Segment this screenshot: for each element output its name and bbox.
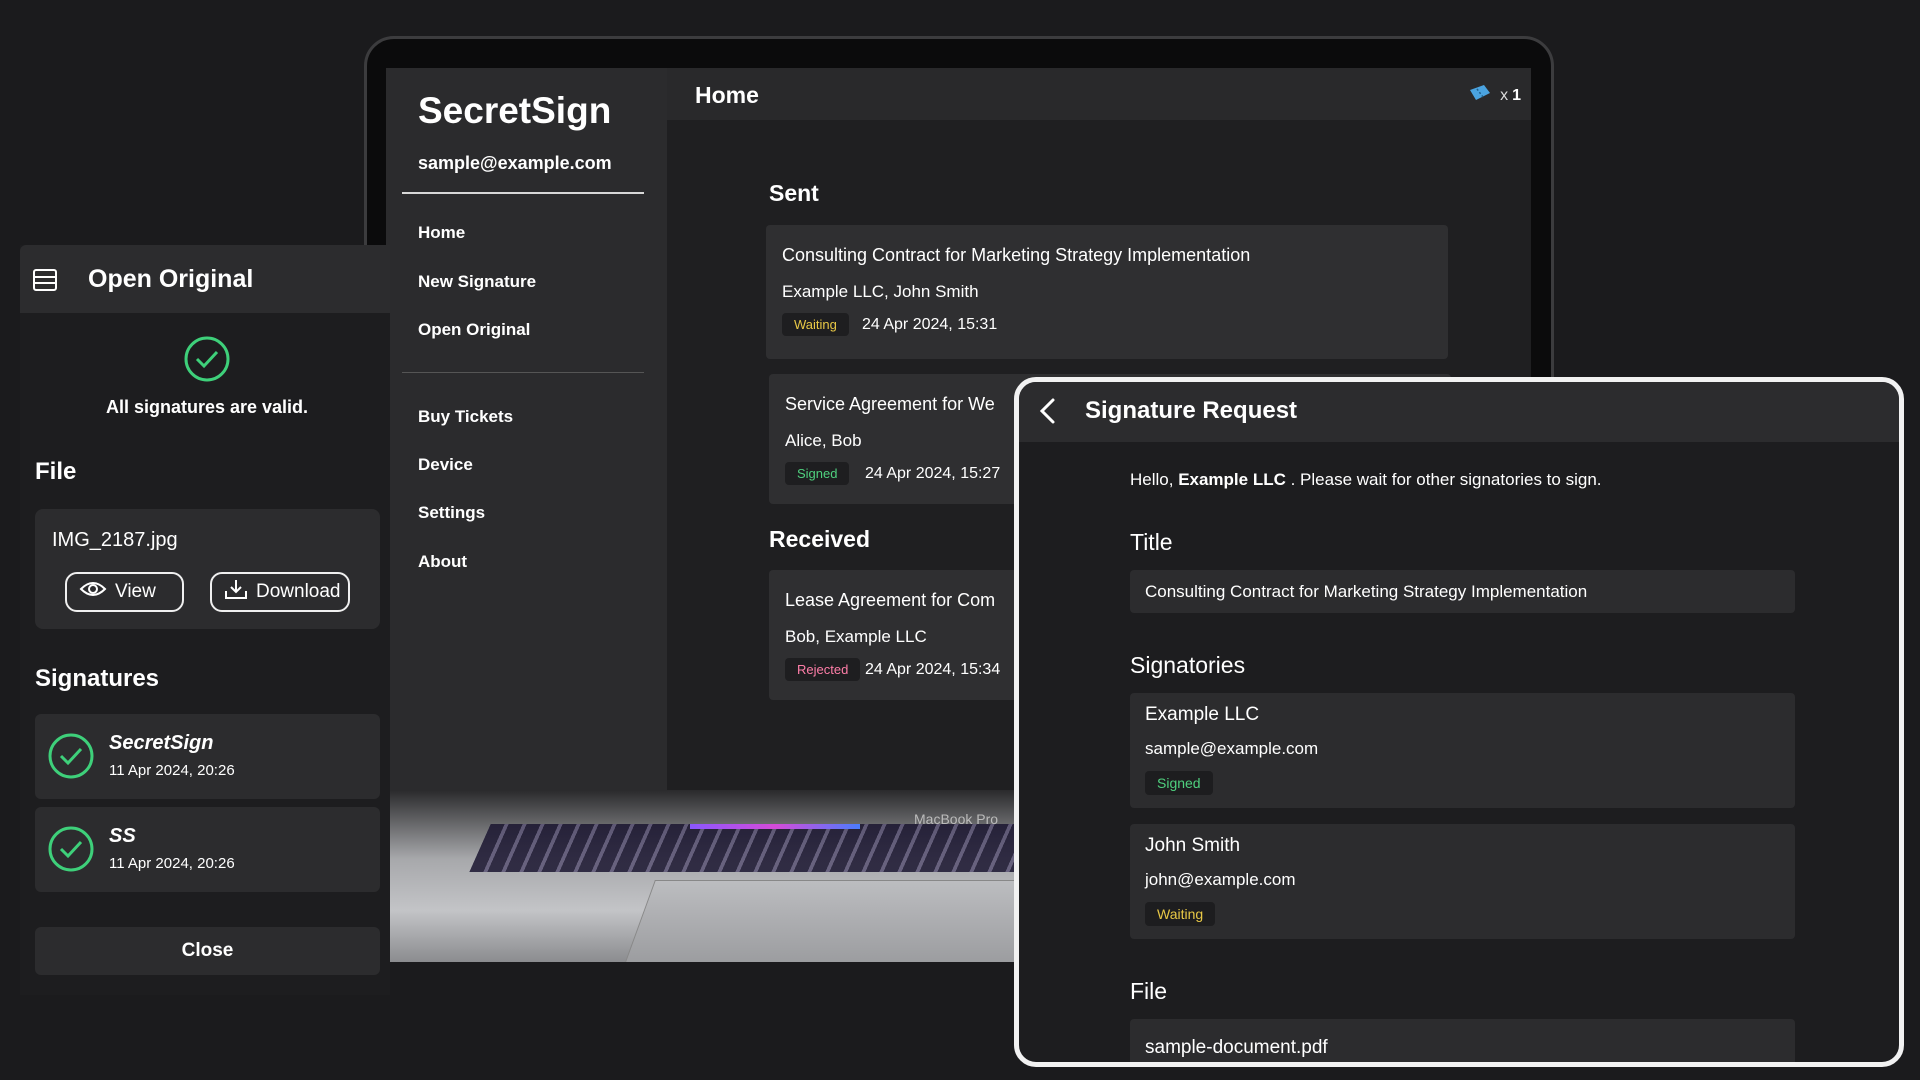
- download-label: Download: [256, 581, 341, 602]
- status-badge: Waiting: [1145, 902, 1216, 926]
- app-title: SecretSign: [418, 90, 612, 131]
- signatory-name: John Smith: [1145, 835, 1241, 856]
- panel-header: Signature Request: [1019, 382, 1899, 442]
- top-bar: Home x 1: [667, 68, 1531, 120]
- laptop-label: MacBook Pro: [914, 811, 999, 827]
- sidebar-item-about[interactable]: About: [418, 552, 467, 572]
- download-button[interactable]: Download: [210, 572, 350, 612]
- account-email: sample@example.com: [418, 153, 612, 173]
- eye-icon: [79, 580, 107, 604]
- check-circle-icon: [47, 732, 95, 785]
- document-card[interactable]: Consulting Contract for Marketing Strate…: [766, 225, 1448, 359]
- signature-date: 11 Apr 2024, 20:26: [109, 762, 235, 779]
- document-date: 24 Apr 2024, 15:27: [865, 465, 1001, 482]
- open-original-panel: Open Original All signatures are valid. …: [20, 245, 390, 995]
- signatures-heading: Signatures: [35, 665, 160, 692]
- ticket-icon: [1468, 84, 1492, 107]
- sent-heading: Sent: [769, 180, 819, 206]
- sidebar-item-new-signature[interactable]: New Signature: [418, 272, 536, 292]
- status-badge: Waiting: [782, 313, 849, 336]
- file-heading: File: [35, 458, 77, 485]
- signatory-card: John Smith john@example.com Waiting: [1130, 824, 1795, 939]
- download-icon: [224, 578, 248, 606]
- panel-title: Signature Request: [1085, 397, 1298, 424]
- status-badge: Signed: [1145, 771, 1213, 795]
- sidebar-divider: [402, 372, 644, 373]
- trackpad: [625, 880, 1070, 962]
- panel-header: Open Original: [20, 245, 390, 313]
- signature-request-panel: Signature Request Hello, Example LLC . P…: [1014, 377, 1904, 1067]
- greeting-suffix: . Please wait for other signatories to s…: [1285, 470, 1602, 489]
- sidebar-item-settings[interactable]: Settings: [418, 503, 485, 523]
- received-heading: Received: [769, 526, 871, 552]
- ticket-counter[interactable]: x 1: [1468, 84, 1521, 107]
- validation-status: All signatures are valid.: [105, 397, 309, 417]
- document-title: Lease Agreement for Com: [785, 590, 996, 610]
- file-card[interactable]: sample-document.pdf: [1130, 1019, 1795, 1062]
- keyboard: [469, 824, 1070, 872]
- touch-bar: [690, 824, 860, 829]
- document-parties: Bob, Example LLC: [785, 627, 927, 646]
- status-badge: Signed: [785, 462, 850, 485]
- sidebar-item-home[interactable]: Home: [418, 223, 465, 243]
- sidebar-item-device[interactable]: Device: [418, 455, 473, 475]
- view-label: View: [115, 581, 156, 602]
- greeting-message: Hello, Example LLC . Please wait for oth…: [1130, 470, 1602, 490]
- panel-title: Open Original: [88, 265, 254, 293]
- signatory-email: sample@example.com: [1145, 739, 1319, 758]
- sidebar: SecretSign sample@example.com Home New S…: [386, 68, 667, 790]
- document-parties: Alice, Bob: [785, 431, 862, 450]
- signature-item: SS 11 Apr 2024, 20:26: [35, 807, 380, 892]
- sidebar-item-buy-tickets[interactable]: Buy Tickets: [418, 407, 513, 427]
- signatory-name: Example LLC: [1145, 704, 1260, 725]
- check-circle-icon: [183, 335, 231, 388]
- signatory-card: Example LLC sample@example.com Signed: [1130, 693, 1795, 808]
- title-field: Consulting Contract for Marketing Strate…: [1130, 570, 1795, 613]
- document-title: Consulting Contract for Marketing Strate…: [782, 245, 1251, 265]
- document-date: 24 Apr 2024, 15:34: [865, 661, 1001, 678]
- chevron-left-icon[interactable]: [1037, 396, 1059, 431]
- document-parties: Example LLC, John Smith: [782, 282, 979, 301]
- signature-name: SS: [109, 825, 136, 847]
- signature-name: SecretSign: [109, 732, 214, 754]
- file-name: sample-document.pdf: [1145, 1037, 1328, 1058]
- signature-date: 11 Apr 2024, 20:26: [109, 855, 235, 872]
- ticket-multiplier: x: [1500, 86, 1509, 104]
- document-title: Service Agreement for We: [785, 394, 995, 414]
- file-name: IMG_2187.jpg: [52, 529, 178, 551]
- page-title: Home: [695, 82, 759, 108]
- check-circle-icon: [47, 825, 95, 878]
- file-card: IMG_2187.jpg View Download: [35, 509, 380, 629]
- greeting-prefix: Hello,: [1130, 470, 1179, 489]
- menu-icon[interactable]: [32, 267, 58, 298]
- title-heading: Title: [1130, 529, 1173, 555]
- document-date: 24 Apr 2024, 15:31: [862, 316, 998, 333]
- ticket-count: 1: [1512, 86, 1521, 104]
- signatories-heading: Signatories: [1130, 652, 1246, 678]
- signature-item: SecretSign 11 Apr 2024, 20:26: [35, 714, 380, 799]
- close-button[interactable]: Close: [35, 927, 380, 975]
- view-button[interactable]: View: [65, 572, 184, 612]
- file-heading: File: [1130, 978, 1168, 1004]
- status-badge: Rejected: [785, 658, 861, 681]
- sidebar-item-open-original[interactable]: Open Original: [418, 320, 530, 340]
- title-value: Consulting Contract for Marketing Strate…: [1145, 582, 1588, 601]
- sidebar-divider: [402, 192, 644, 194]
- greeting-name: Example LLC: [1178, 470, 1286, 489]
- signatory-email: john@example.com: [1145, 870, 1296, 889]
